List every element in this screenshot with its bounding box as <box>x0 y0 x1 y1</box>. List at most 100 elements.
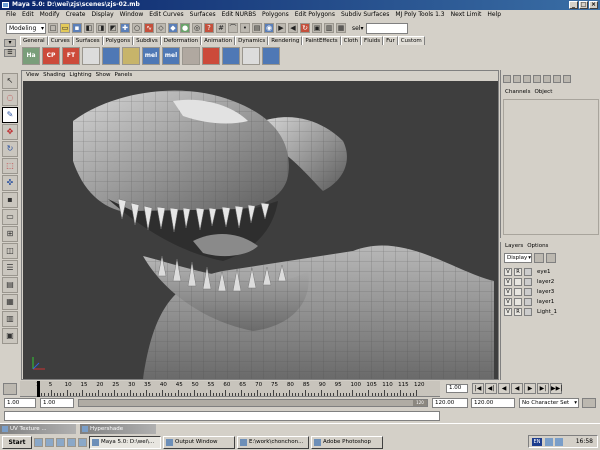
animation-end-field[interactable]: 120.00 <box>471 398 515 408</box>
menu-edit-polygons[interactable]: Edit Polygons <box>292 10 338 20</box>
go-to-end-button[interactable]: ▶▶| <box>550 383 562 394</box>
mask-misc-icon[interactable]: ? <box>204 23 214 33</box>
layer-visibility-toggle[interactable]: V <box>504 278 512 286</box>
layer-row[interactable]: V R Light_1 <box>504 307 598 317</box>
menu-next-limit[interactable]: Next Limit <box>448 10 485 20</box>
layer-reference-toggle[interactable]: R <box>514 308 522 316</box>
layer-color-swatch[interactable] <box>524 268 532 276</box>
shelf-tab-surfaces[interactable]: Surfaces <box>72 36 103 45</box>
viewport[interactable] <box>23 81 498 379</box>
script-icon-1[interactable] <box>82 47 100 65</box>
input-ops-icon[interactable]: ▶ <box>276 23 286 33</box>
two-layout-icon[interactable]: ◫ <box>2 243 18 259</box>
new-layer-selected-icon[interactable] <box>546 253 556 263</box>
layer-reference-toggle[interactable] <box>514 278 522 286</box>
menu-edit[interactable]: Edit <box>19 10 37 20</box>
quick-selection-input[interactable] <box>365 22 408 34</box>
last-tool-icon[interactable]: ▪ <box>2 192 18 208</box>
construction-history-icon[interactable]: ↻ <box>300 23 310 33</box>
script-icon-5[interactable] <box>202 47 220 65</box>
layer-row[interactable]: V Reye1 <box>504 267 598 277</box>
layer-visibility-toggle[interactable]: V <box>504 298 512 306</box>
scale-tool-icon[interactable]: ⬚ <box>2 158 18 174</box>
shelf-tab-custom[interactable]: Custom <box>397 36 425 45</box>
playback-end-field[interactable]: 120.00 <box>432 398 468 408</box>
render-frame-icon[interactable]: ▣ <box>312 23 322 33</box>
shelf-tab-animation[interactable]: Animation <box>201 36 236 45</box>
mask-render-icon[interactable]: ◎ <box>192 23 202 33</box>
time-ruler[interactable]: 1510152025303540455055606570758085909510… <box>20 381 440 397</box>
quicklaunch-ie-icon[interactable] <box>34 437 43 447</box>
mask-joint-icon[interactable]: ○ <box>132 23 142 33</box>
mask-deform-icon[interactable]: ◆ <box>168 23 178 33</box>
shelf-tab-fur[interactable]: Fur <box>383 36 398 45</box>
shelf-tab-fluids[interactable]: Fluids <box>361 36 384 45</box>
cp-icon[interactable]: CP <box>42 47 60 65</box>
panel-menu-shading[interactable]: Shading <box>41 71 67 80</box>
layer-name[interactable]: eye1 <box>534 267 551 277</box>
lasso-tool-icon[interactable]: ◌ <box>2 90 18 106</box>
layer-visibility-toggle[interactable]: V <box>504 288 512 296</box>
snap-point-icon[interactable]: • <box>240 23 250 33</box>
layer-type-select[interactable]: Display <box>504 253 532 263</box>
quicklaunch-maya-icon[interactable] <box>56 437 65 447</box>
hair-icon[interactable]: Ha <box>22 47 40 65</box>
language-indicator[interactable]: EN <box>532 438 542 446</box>
playback-start-field[interactable]: 1.00 <box>40 398 74 408</box>
mel-command-input[interactable] <box>4 411 440 421</box>
maya-app-icon[interactable] <box>2 2 9 8</box>
maximize-button[interactable]: □ <box>579 1 588 9</box>
menu-set-select[interactable]: Modeling <box>6 22 46 34</box>
graph-layout-icon[interactable]: ▤ <box>2 277 18 293</box>
start-button[interactable]: Start <box>2 435 32 449</box>
open-scene-icon[interactable]: ▭ <box>60 23 70 33</box>
layer-row[interactable]: Vlayer3 <box>504 287 598 297</box>
tool-settings-icon[interactable] <box>553 75 561 83</box>
paint-select-tool-icon[interactable]: ✎ <box>2 107 18 123</box>
close-button[interactable]: × <box>589 1 598 9</box>
shelf-tab-rendering[interactable]: Rendering <box>268 36 303 45</box>
minimized-uv-texture[interactable]: UV Texture ... <box>0 424 76 434</box>
make-live-icon[interactable]: ◉ <box>264 23 274 33</box>
script-icon-6[interactable] <box>222 47 240 65</box>
current-time-marker[interactable] <box>37 381 40 397</box>
menu-window[interactable]: Window <box>117 10 147 20</box>
select-hierarchy-icon[interactable]: ◧ <box>84 23 94 33</box>
go-to-start-button[interactable]: |◀ <box>472 383 484 394</box>
task-button-1[interactable]: Maya 5.0: D:\wei\... <box>89 435 161 449</box>
character-set-icon[interactable] <box>582 398 596 408</box>
quicklaunch-photoshop-icon[interactable] <box>78 437 87 447</box>
panel-menu-panels[interactable]: Panels <box>112 71 134 80</box>
script-icon-7[interactable] <box>242 47 260 65</box>
layer-reference-toggle[interactable] <box>514 298 522 306</box>
layer-visibility-toggle[interactable]: V <box>504 268 512 276</box>
layout-icon-3[interactable] <box>523 75 531 83</box>
menu-display[interactable]: Display <box>89 10 117 20</box>
layer-row[interactable]: Vlayer1 <box>504 297 598 307</box>
play-backwards-button[interactable]: ◀ <box>511 383 523 394</box>
mask-surface-icon[interactable]: ◇ <box>156 23 166 33</box>
shelf-tab-painteffects[interactable]: PaintEffects <box>302 36 341 45</box>
layout-icon-4[interactable] <box>533 75 541 83</box>
character-set-select[interactable]: No Character Set <box>519 398 579 408</box>
shelf-menu-icon[interactable]: ☰ <box>4 49 16 57</box>
current-frame-field[interactable]: 1.00 <box>446 384 468 393</box>
layer-name[interactable]: Light_1 <box>534 307 557 317</box>
minimize-button[interactable]: _ <box>569 1 578 9</box>
quicklaunch-desktop-icon[interactable] <box>45 437 54 447</box>
step-forward-frame-button[interactable]: ▶| <box>537 383 549 394</box>
layer-color-swatch[interactable] <box>524 308 532 316</box>
move-tool-icon[interactable]: ✥ <box>2 124 18 140</box>
layer-name[interactable]: layer1 <box>534 297 554 307</box>
mask-curve-icon[interactable]: ∿ <box>144 23 154 33</box>
attribute-editor-icon[interactable] <box>543 75 551 83</box>
four-layout-icon[interactable]: ⊞ <box>2 226 18 242</box>
mel-icon-1[interactable]: mel <box>142 47 160 65</box>
new-layer-icon[interactable] <box>534 253 544 263</box>
channel-box-icon[interactable] <box>563 75 571 83</box>
menu-edit-curves[interactable]: Edit Curves <box>146 10 186 20</box>
menu-mj-poly-tools-1-3[interactable]: MJ Poly Tools 1.3 <box>392 10 447 20</box>
render-globals-icon[interactable]: ▦ <box>336 23 346 33</box>
menu-create[interactable]: Create <box>63 10 89 20</box>
script-icon-3[interactable] <box>122 47 140 65</box>
